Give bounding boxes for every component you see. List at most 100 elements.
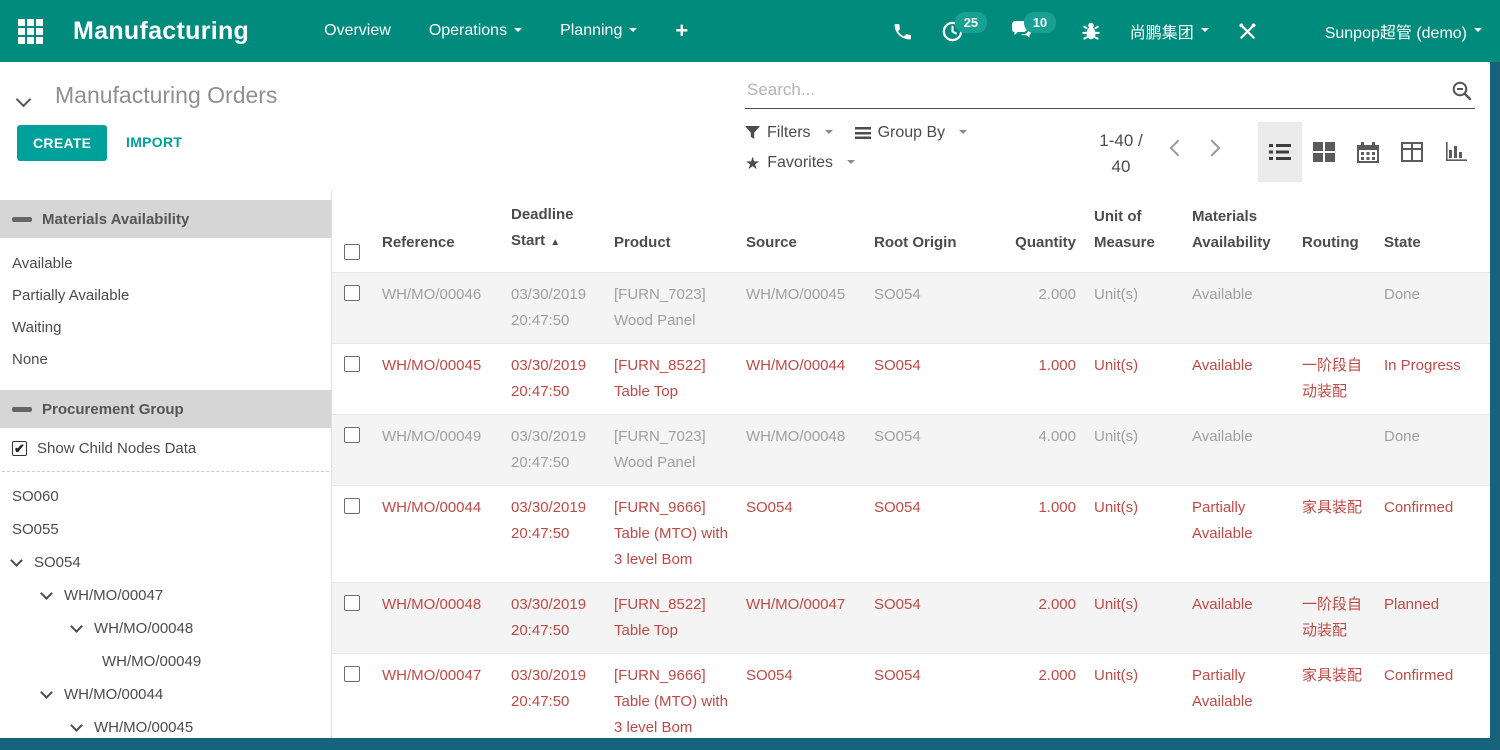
column-header-source[interactable]: Source xyxy=(744,222,872,272)
view-switch-calendar-button[interactable] xyxy=(1346,122,1390,182)
column-header-routing[interactable]: Routing xyxy=(1300,222,1382,272)
messages-icon[interactable]: 10 xyxy=(1010,20,1034,42)
table-row-wh-mo-00049[interactable]: WH/MO/0004903/30/2019 20:47:50[FURN_7023… xyxy=(332,414,1490,485)
cell-routing: 一阶段自动装配 xyxy=(1300,344,1382,414)
table-row-wh-mo-00048[interactable]: WH/MO/0004803/30/2019 20:47:50[FURN_8522… xyxy=(332,582,1490,653)
column-header-reference[interactable]: Reference xyxy=(380,222,509,272)
chevron-down-icon[interactable] xyxy=(10,554,23,567)
chevron-down-icon[interactable] xyxy=(40,587,53,600)
caret-down-icon xyxy=(847,160,855,168)
tree-node-wh-mo-00047[interactable]: WH/MO/00047 xyxy=(0,579,331,612)
navbar-menus: Overview Operations Planning xyxy=(324,22,637,40)
tree-node-so054[interactable]: SO054 xyxy=(0,546,331,579)
row-checkbox[interactable] xyxy=(344,356,360,372)
table-row-wh-mo-00046[interactable]: WH/MO/0004603/30/2019 20:47:50[FURN_7023… xyxy=(332,272,1490,343)
user-name: Sunpop超管 (demo) xyxy=(1325,19,1467,43)
cell-deadline: 03/30/2019 20:47:50 xyxy=(509,415,612,485)
apps-menu-icon[interactable] xyxy=(18,19,43,44)
create-button[interactable]: CREATE xyxy=(17,125,107,161)
column-header-deadline-start[interactable]: Deadline Start▲ xyxy=(509,194,612,272)
cell-availability: Partially Available xyxy=(1190,654,1300,738)
caret-down-icon xyxy=(1474,28,1482,36)
row-checkbox[interactable] xyxy=(344,427,360,443)
cell-quantity: 2.000 xyxy=(992,273,1092,343)
cell-state: Done xyxy=(1382,273,1477,343)
chevron-down-icon[interactable] xyxy=(40,686,53,699)
pager-previous-button[interactable] xyxy=(1170,140,1187,157)
checkbox-checked-icon[interactable]: ✔ xyxy=(12,441,27,456)
cell-availability: Available xyxy=(1190,415,1300,485)
cell-quantity: 2.000 xyxy=(992,583,1092,653)
pager-next-button[interactable] xyxy=(1204,140,1221,157)
breadcrumb-collapse-icon[interactable] xyxy=(16,92,32,108)
cell-root-origin: SO054 xyxy=(872,654,992,738)
cell-product: [FURN_9666] Table (MTO) with 3 level Bom xyxy=(612,654,744,738)
table-row-wh-mo-00045[interactable]: WH/MO/0004503/30/2019 20:47:50[FURN_8522… xyxy=(332,343,1490,414)
user-menu[interactable]: Sunpop超管 (demo) xyxy=(1286,16,1482,46)
row-checkbox[interactable] xyxy=(344,285,360,301)
column-header-state[interactable]: State xyxy=(1382,222,1477,272)
collapse-dash-icon[interactable] xyxy=(12,407,32,412)
navbar-menu-overview[interactable]: Overview xyxy=(324,22,391,40)
cell-deadline: 03/30/2019 20:47:50 xyxy=(509,344,612,414)
view-switch-kanban-button[interactable] xyxy=(1302,122,1346,182)
add-menu-button[interactable]: + xyxy=(675,18,688,44)
favorites-button[interactable]: ★ Favorites xyxy=(745,154,855,172)
activities-clock-icon[interactable]: 25 xyxy=(941,20,964,43)
import-button[interactable]: IMPORT xyxy=(126,134,182,150)
voip-phone-icon[interactable] xyxy=(892,21,913,42)
tools-icon[interactable] xyxy=(1237,21,1258,42)
search-input[interactable] xyxy=(745,74,1475,108)
view-switch-graph-button[interactable] xyxy=(1434,122,1478,182)
chevron-down-icon[interactable] xyxy=(70,620,83,633)
cell-quantity: 4.000 xyxy=(992,415,1092,485)
chevron-down-icon[interactable] xyxy=(70,719,83,732)
group-by-button[interactable]: Group By xyxy=(855,124,968,142)
cell-root-origin: SO054 xyxy=(872,415,992,485)
row-checkbox[interactable] xyxy=(344,595,360,611)
row-checkbox[interactable] xyxy=(344,498,360,514)
row-select-cell xyxy=(332,273,380,343)
row-select-cell xyxy=(332,654,380,738)
pager: 1-40 / 40 xyxy=(1085,128,1157,180)
navbar-menu-planning[interactable]: Planning xyxy=(560,22,637,40)
view-switch-pivot-button[interactable] xyxy=(1390,122,1434,182)
company-switcher[interactable]: 尚鹏集团 xyxy=(1130,19,1209,43)
filter-none[interactable]: None xyxy=(0,344,331,376)
show-child-nodes-checkbox-row[interactable]: ✔ Show Child Nodes Data xyxy=(0,428,331,471)
cell-reference: WH/MO/00048 xyxy=(380,583,509,653)
column-header-product[interactable]: Product xyxy=(612,222,744,272)
column-header-unit-of-measure[interactable]: Unit of Measure xyxy=(1092,196,1190,272)
column-header-quantity[interactable]: Quantity xyxy=(992,222,1092,272)
cell-reference: WH/MO/00047 xyxy=(380,654,509,738)
filter-waiting[interactable]: Waiting xyxy=(0,312,331,344)
cell-uom: Unit(s) xyxy=(1092,583,1190,653)
checkbox-label: Show Child Nodes Data xyxy=(37,440,196,457)
tree-node-wh-mo-00044[interactable]: WH/MO/00044 xyxy=(0,678,331,711)
cell-availability: Available xyxy=(1190,273,1300,343)
table-row-wh-mo-00047[interactable]: WH/MO/0004703/30/2019 20:47:50[FURN_9666… xyxy=(332,653,1490,738)
filter-partially-available[interactable]: Partially Available xyxy=(0,280,331,312)
cell-reference: WH/MO/00046 xyxy=(380,273,509,343)
select-all-checkbox[interactable] xyxy=(344,244,360,260)
cell-state: Done xyxy=(1382,415,1477,485)
sort-asc-icon: ▲ xyxy=(550,237,560,248)
column-header-materials-availability[interactable]: Materials Availability xyxy=(1190,196,1300,272)
search-icon[interactable] xyxy=(1451,80,1473,102)
column-header-root-origin[interactable]: Root Origin xyxy=(872,222,992,272)
view-switch-list-button[interactable] xyxy=(1258,122,1302,182)
filters-button[interactable]: Filters xyxy=(745,124,833,142)
bug-icon[interactable] xyxy=(1080,20,1102,42)
cell-state: Planned xyxy=(1382,583,1477,653)
tree-node-wh-mo-00045[interactable]: WH/MO/00045 xyxy=(0,711,331,738)
navbar-menu-operations[interactable]: Operations xyxy=(429,22,522,40)
tree-node-wh-mo-00049[interactable]: WH/MO/00049 xyxy=(0,645,331,678)
tree-node-so055[interactable]: SO055 xyxy=(0,513,331,546)
filter-funnel-icon xyxy=(745,126,760,140)
collapse-dash-icon[interactable] xyxy=(12,217,32,222)
row-checkbox[interactable] xyxy=(344,666,360,682)
tree-node-wh-mo-00048[interactable]: WH/MO/00048 xyxy=(0,612,331,645)
tree-node-so060[interactable]: SO060 xyxy=(0,480,331,513)
filter-available[interactable]: Available xyxy=(0,248,331,280)
table-row-wh-mo-00044[interactable]: WH/MO/0004403/30/2019 20:47:50[FURN_9666… xyxy=(332,485,1490,582)
